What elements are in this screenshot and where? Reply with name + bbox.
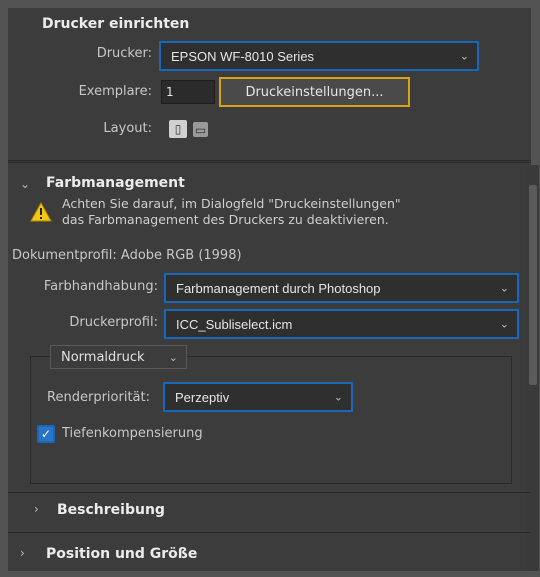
portrait-layout-icon[interactable]: ▯	[169, 120, 187, 138]
chevron-down-icon: ⌄	[168, 350, 178, 364]
render-priority-select[interactable]: Perzeptiv ⌄	[163, 382, 353, 412]
chevron-down-icon: ⌄	[499, 318, 509, 331]
render-priority-value: Perzeptiv	[175, 389, 230, 405]
expand-chevron-icon[interactable]: ›	[20, 546, 25, 560]
color-management-title[interactable]: Farbmanagement	[46, 175, 185, 191]
chevron-down-icon: ⌄	[459, 50, 469, 63]
render-priority-label: Renderpriorität:	[47, 390, 150, 405]
chevron-down-icon: ⌄	[499, 282, 509, 295]
section-divider	[8, 162, 531, 163]
color-handling-label: Farbhandhabung:	[43, 279, 158, 294]
color-handling-value: Farbmanagement durch Photoshop	[176, 280, 381, 296]
copies-input[interactable]: 1	[161, 80, 215, 104]
print-mode-value: Normaldruck	[61, 349, 145, 365]
expand-chevron-icon[interactable]: ›	[34, 502, 39, 516]
print-mode-select[interactable]: Normaldruck ⌄	[50, 345, 187, 369]
description-section-title[interactable]: Beschreibung	[57, 502, 165, 518]
section-divider	[8, 492, 531, 493]
layout-label: Layout:	[103, 121, 152, 136]
warning-icon	[30, 202, 52, 222]
printer-label: Drucker:	[96, 46, 152, 61]
collapse-chevron-icon[interactable]: ⌄	[20, 177, 30, 191]
black-point-compensation-label: Tiefenkompensierung	[62, 426, 203, 441]
document-profile-text: Dokumentprofil: Adobe RGB (1998)	[12, 248, 242, 263]
printer-profile-label: Druckerprofil:	[69, 315, 158, 330]
color-handling-select[interactable]: Farbmanagement durch Photoshop ⌄	[164, 273, 519, 303]
copies-label: Exemplare:	[78, 84, 152, 99]
warning-text-line1: Achten Sie darauf, im Dialogfeld "Drucke…	[62, 196, 401, 211]
print-mode-group	[30, 356, 512, 484]
position-size-section-title[interactable]: Position und Größe	[46, 546, 197, 562]
landscape-layout-icon[interactable]: ▭	[193, 122, 208, 137]
warning-text-line2: das Farbmanagement des Druckers zu deakt…	[62, 212, 389, 227]
printer-profile-select[interactable]: ICC_Subliselect.icm ⌄	[164, 309, 519, 339]
printer-select[interactable]: EPSON WF-8010 Series ⌄	[159, 41, 479, 71]
printer-setup-title: Drucker einrichten	[42, 16, 190, 32]
printer-profile-value: ICC_Subliselect.icm	[176, 316, 293, 332]
section-divider	[8, 532, 531, 533]
printer-select-value: EPSON WF-8010 Series	[171, 48, 315, 64]
print-settings-button[interactable]: Druckeinstellungen...	[219, 77, 410, 107]
black-point-compensation-checkbox[interactable]: ✓	[37, 425, 55, 443]
chevron-down-icon: ⌄	[333, 391, 343, 404]
scrollbar-thumb[interactable]	[529, 185, 537, 385]
